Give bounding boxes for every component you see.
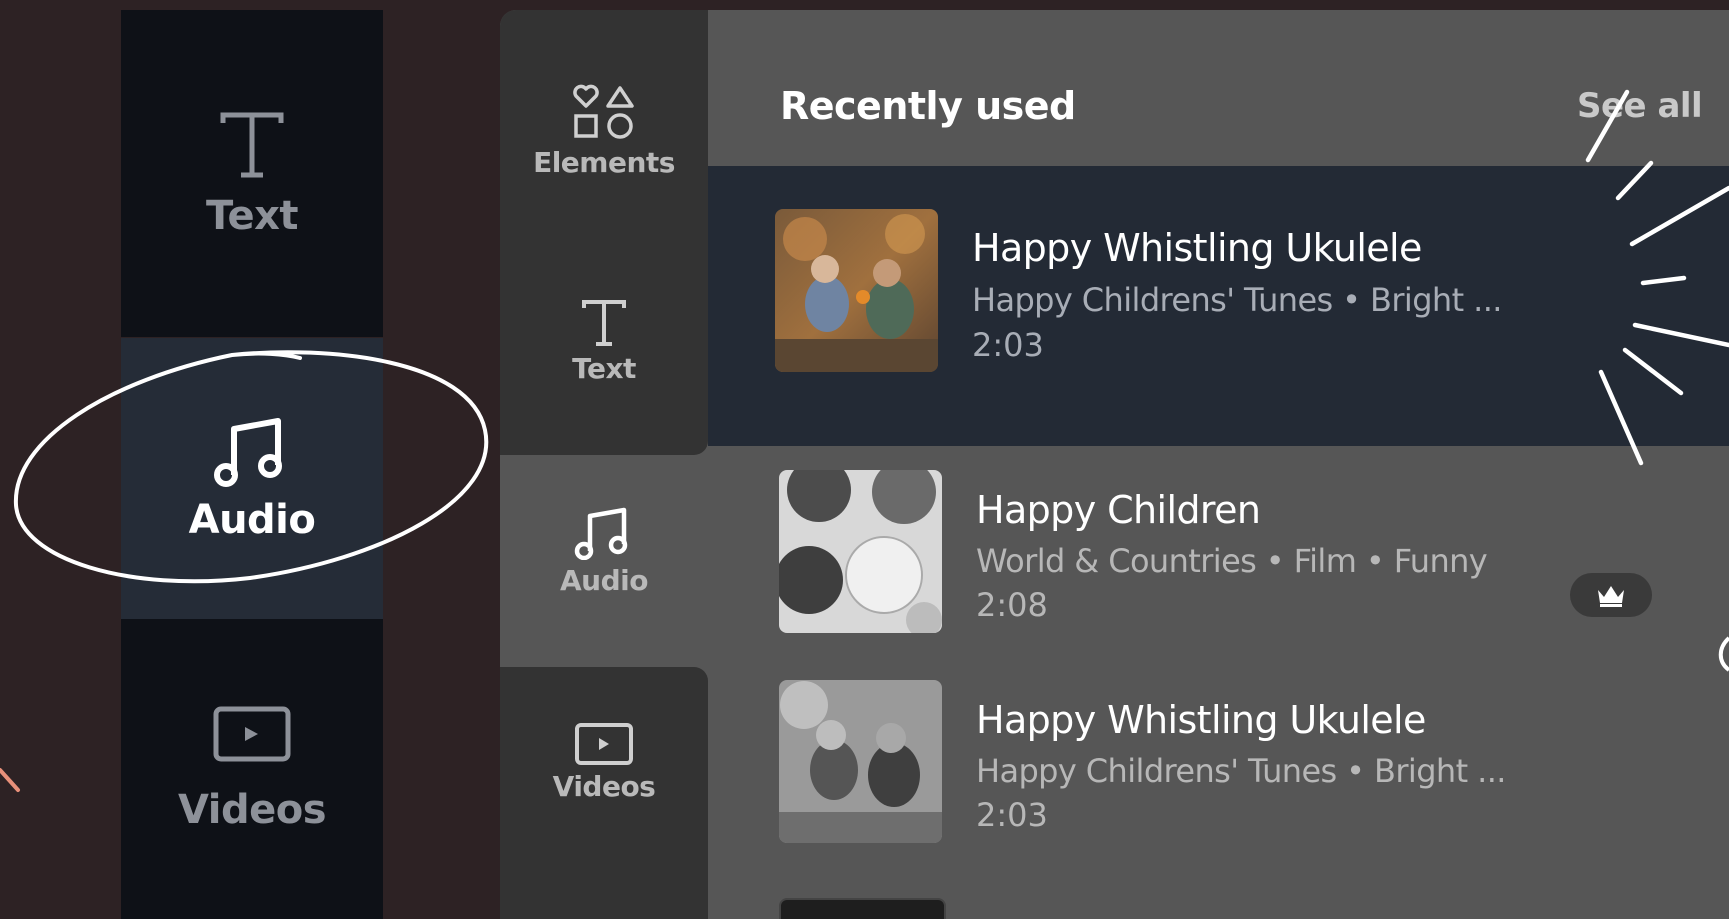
shapes-icon — [573, 84, 634, 139]
music-note-icon — [574, 507, 628, 560]
track-meta: Happy Childrens' Tunes • Bright ... — [976, 752, 1506, 790]
text-icon — [220, 112, 284, 177]
track-title: Happy Whistling Ukulele — [972, 226, 1422, 270]
track-title: Happy Whistling Ukulele — [976, 698, 1426, 742]
video-icon — [575, 723, 633, 765]
video-icon — [213, 706, 291, 762]
track-thumbnail — [779, 470, 942, 633]
section-header: Recently used See all — [708, 10, 1729, 166]
premium-badge — [1570, 573, 1652, 617]
rail-item-label: Elements — [533, 146, 675, 179]
track-duration: 2:03 — [972, 326, 1044, 364]
track-thumbnail — [779, 680, 942, 843]
track-thumbnail — [779, 898, 946, 919]
sidebar-item-text[interactable]: Text — [121, 10, 383, 337]
sidebar-item-label: Audio — [188, 496, 316, 543]
track-meta: World & Countries • Film • Funny — [976, 542, 1488, 580]
rail-item-videos[interactable]: Videos — [500, 722, 708, 803]
rail-item-label: Audio — [560, 564, 648, 597]
track-thumbnail — [775, 209, 938, 372]
track-duration: 2:08 — [976, 586, 1048, 624]
text-icon — [582, 300, 626, 346]
rail-item-audio[interactable]: Audio — [500, 506, 708, 597]
track-row[interactable]: Happy Children World & Countries • Film … — [708, 446, 1729, 646]
track-title: Happy Children — [976, 488, 1261, 532]
sidebar-item-audio[interactable]: Audio — [121, 338, 383, 619]
rail-item-text[interactable]: Text — [500, 298, 708, 385]
see-all-link[interactable]: See all — [1577, 86, 1703, 126]
track-meta: Happy Childrens' Tunes • Bright ... — [972, 281, 1502, 319]
music-note-icon — [214, 417, 282, 487]
track-duration: 2:03 — [976, 796, 1048, 834]
track-row[interactable]: Happy Whistling Ukulele Happy Childrens'… — [708, 656, 1729, 856]
section-title: Recently used — [780, 84, 1076, 128]
rail-item-elements[interactable]: Elements — [500, 84, 708, 179]
rail-item-label: Videos — [552, 770, 656, 803]
crown-icon — [1598, 586, 1624, 607]
left-sidebar: Text Audio Videos — [121, 10, 383, 919]
track-row[interactable]: Happy Whistling Ukulele Happy Childrens'… — [708, 166, 1729, 446]
side-rail: Elements Text Audio Videos — [500, 10, 708, 919]
sidebar-item-videos[interactable]: Videos — [121, 619, 383, 919]
audio-panel: Elements Text Audio Videos Recently used… — [500, 10, 1729, 919]
accent-stroke — [0, 768, 20, 792]
rail-item-label: Text — [572, 352, 636, 385]
sidebar-item-label: Text — [205, 192, 299, 239]
sidebar-item-label: Videos — [177, 787, 327, 833]
